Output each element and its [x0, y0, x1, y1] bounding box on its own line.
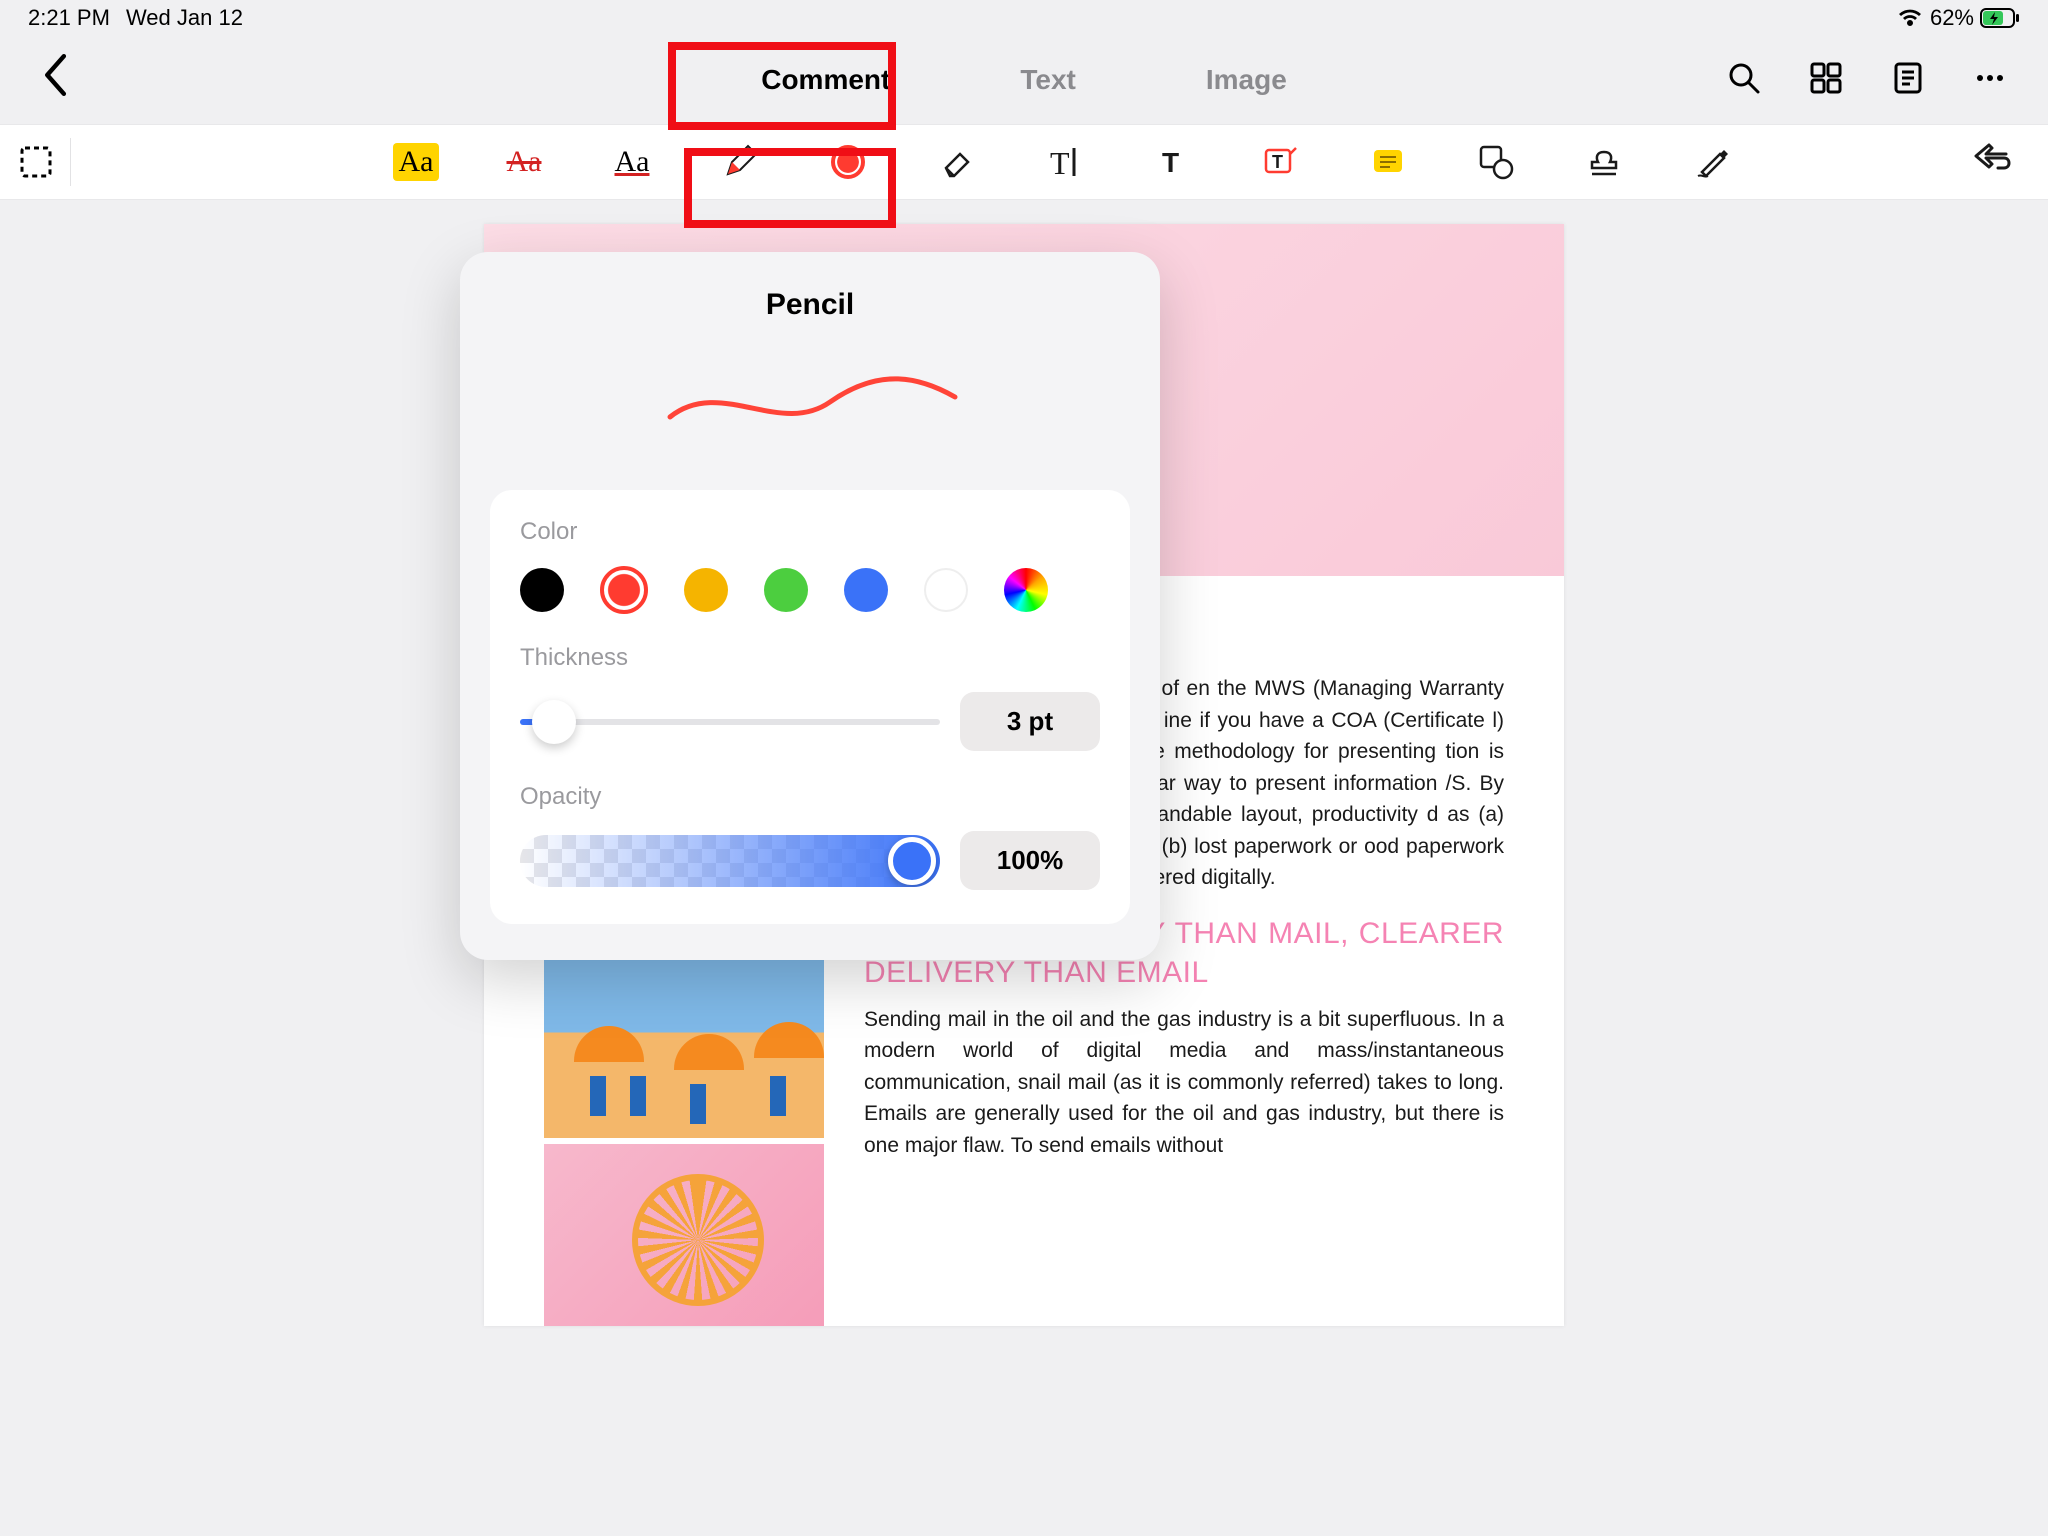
stroke-preview	[460, 342, 1160, 462]
opacity-label: Opacity	[520, 783, 1100, 811]
color-swatch-custom[interactable]	[1004, 568, 1048, 612]
area-select-tool[interactable]	[18, 144, 54, 180]
svg-text:T: T	[1050, 145, 1070, 181]
nav-bar: Comment Text Image	[0, 36, 2048, 124]
undo-button[interactable]	[1972, 142, 2012, 183]
thickness-slider[interactable]	[520, 719, 940, 725]
thickness-slider-knob[interactable]	[532, 700, 576, 744]
strikethrough-tool[interactable]: Aa	[500, 138, 548, 186]
status-time: 2:21 PM	[28, 5, 110, 31]
highlight-tool[interactable]: Aa	[392, 138, 440, 186]
doc-paragraph-2: Sending mail in the oil and the gas indu…	[864, 1004, 1504, 1162]
bookmarks-icon[interactable]	[1890, 60, 1926, 101]
stamp-tool[interactable]	[1580, 138, 1628, 186]
back-button[interactable]	[40, 54, 70, 107]
popover-title: Pencil	[460, 252, 1160, 342]
more-icon[interactable]	[1972, 60, 2008, 101]
annotation-toolbar: Aa Aa Aa T T T	[0, 124, 2048, 200]
thickness-value: 3 pt	[960, 692, 1100, 751]
opacity-slider-knob[interactable]	[888, 837, 936, 885]
sticky-note-tool[interactable]	[1364, 138, 1412, 186]
status-date: Wed Jan 12	[126, 5, 243, 31]
svg-text:T: T	[1272, 152, 1283, 172]
underline-tool[interactable]: Aa	[608, 138, 656, 186]
color-swatch-row	[520, 566, 1100, 614]
wifi-icon	[1896, 7, 1924, 29]
signature-tool[interactable]	[1688, 138, 1736, 186]
svg-text:T: T	[1162, 147, 1179, 178]
color-swatch-yellow[interactable]	[684, 568, 728, 612]
shapes-tool[interactable]	[1472, 138, 1520, 186]
thumbnails-icon[interactable]	[1808, 60, 1844, 101]
tab-text[interactable]: Text	[1020, 64, 1076, 96]
color-swatch-black[interactable]	[520, 568, 564, 612]
color-label: Color	[520, 518, 1100, 546]
opacity-slider[interactable]	[520, 835, 940, 887]
text-tool[interactable]: T	[1148, 138, 1196, 186]
color-swatch-green[interactable]	[764, 568, 808, 612]
document-image-1	[544, 956, 824, 1138]
color-swatch-white[interactable]	[924, 568, 968, 612]
color-swatch-blue[interactable]	[844, 568, 888, 612]
mode-tabs: Comment Text Image	[761, 64, 1287, 96]
battery-percent: 62%	[1930, 5, 1974, 31]
search-icon[interactable]	[1726, 60, 1762, 101]
toolbar-divider	[70, 138, 71, 186]
opacity-value: 100%	[960, 831, 1100, 890]
text-box-tool[interactable]: T	[1040, 138, 1088, 186]
tab-comment[interactable]: Comment	[761, 64, 890, 96]
tab-image[interactable]: Image	[1206, 64, 1287, 96]
thickness-label: Thickness	[520, 644, 1100, 672]
pencil-settings-popover: Pencil Color Thickness 3 pt Opacity	[460, 252, 1160, 960]
callout-tool[interactable]: T	[1256, 138, 1304, 186]
document-image-2	[544, 1144, 824, 1326]
color-swatch-red[interactable]	[600, 566, 648, 614]
pencil-tool[interactable]	[716, 138, 764, 186]
status-bar: 2:21 PM Wed Jan 12 62%	[0, 0, 2048, 36]
battery-icon	[1980, 8, 2020, 28]
pencil-color-swatch[interactable]	[824, 138, 872, 186]
eraser-tool[interactable]	[932, 138, 980, 186]
